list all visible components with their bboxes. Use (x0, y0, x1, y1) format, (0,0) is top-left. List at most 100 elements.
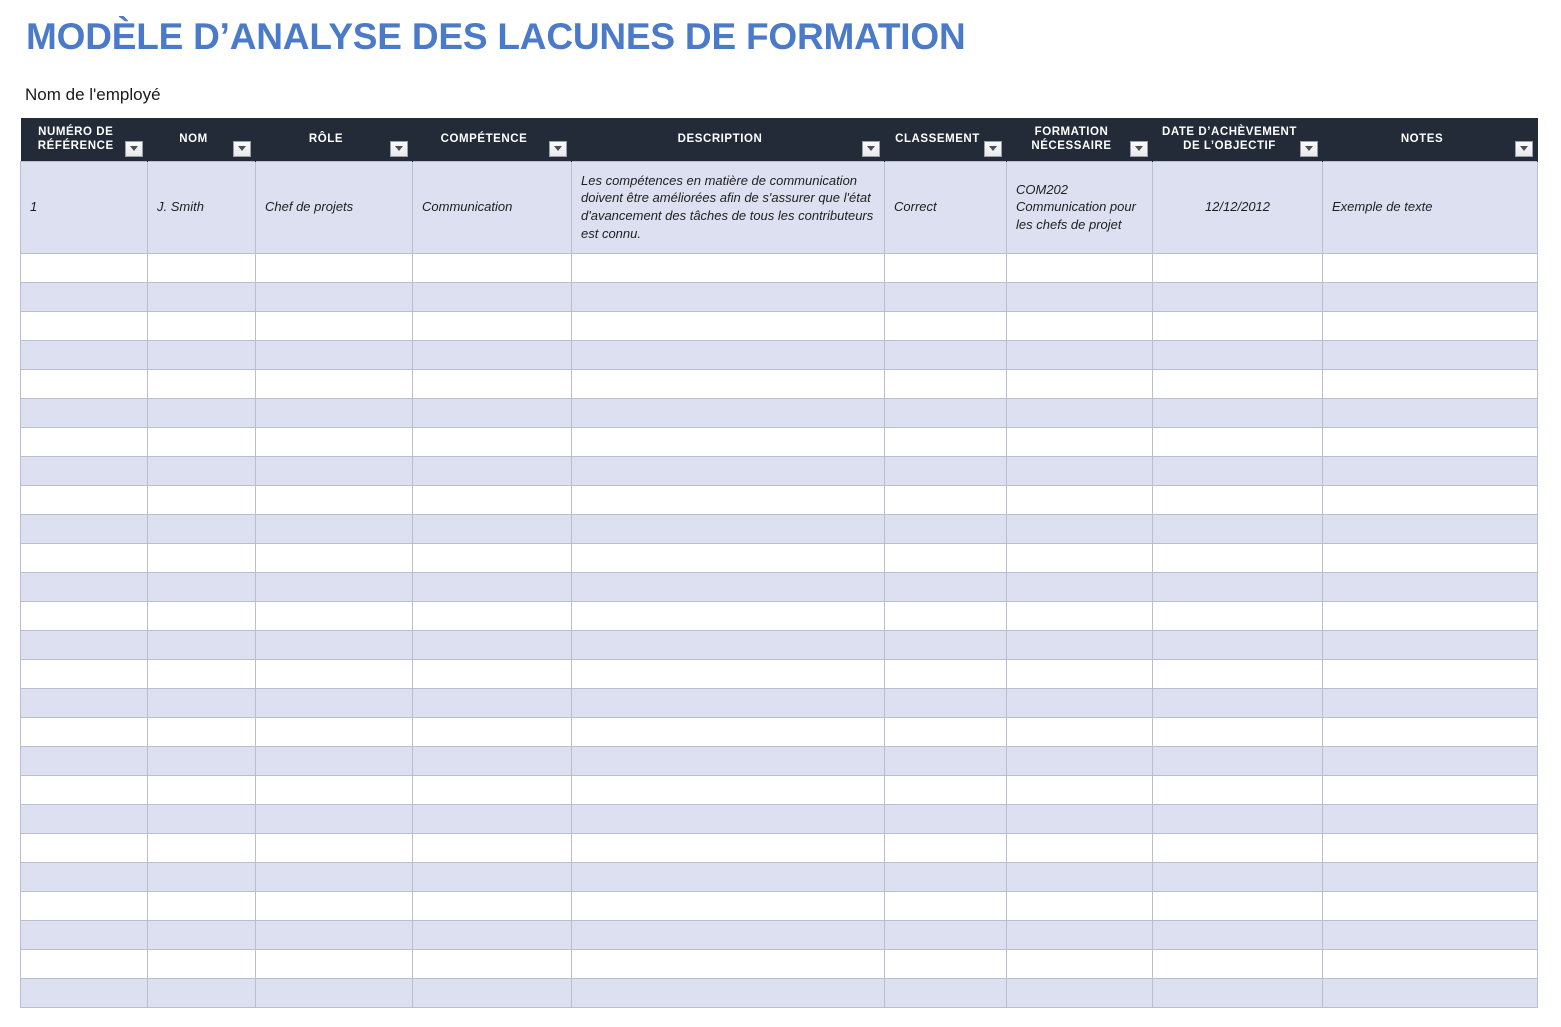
cell-formation-necessaire[interactable] (1006, 745, 1153, 776)
cell-competence[interactable] (412, 977, 572, 1008)
table-row[interactable] (20, 600, 1538, 631)
cell-date-achevement-objectif[interactable] (1152, 948, 1323, 979)
cell-formation-necessaire[interactable] (1006, 455, 1153, 486)
column-header-notes[interactable]: NOTES (1322, 118, 1538, 161)
cell-competence[interactable] (412, 687, 572, 718)
cell-description[interactable] (571, 571, 885, 602)
cell-classement[interactable] (884, 513, 1007, 544)
cell-role[interactable] (255, 832, 413, 863)
table-row[interactable] (20, 774, 1538, 805)
cell-competence[interactable] (412, 571, 572, 602)
cell-numero-de-reference[interactable] (20, 310, 148, 341)
cell-notes[interactable] (1322, 919, 1538, 950)
cell-role[interactable] (255, 426, 413, 457)
cell-date-achevement-objectif[interactable] (1152, 977, 1323, 1008)
cell-date-achevement-objectif[interactable] (1152, 890, 1323, 921)
cell-notes[interactable] (1322, 716, 1538, 747)
cell-numero-de-reference[interactable] (20, 368, 148, 399)
cell-date-achevement-objectif[interactable] (1152, 542, 1323, 573)
cell-competence[interactable] (412, 281, 572, 312)
table-row[interactable] (20, 861, 1538, 892)
cell-description[interactable] (571, 890, 885, 921)
cell-competence[interactable] (412, 397, 572, 428)
cell-classement[interactable] (884, 948, 1007, 979)
filter-dropdown-icon-notes[interactable] (1515, 140, 1533, 157)
cell-formation-necessaire[interactable] (1006, 397, 1153, 428)
table-row[interactable] (20, 571, 1538, 602)
cell-classement[interactable] (884, 774, 1007, 805)
cell-nom[interactable] (147, 339, 256, 370)
cell-notes[interactable] (1322, 687, 1538, 718)
cell-classement[interactable] (884, 368, 1007, 399)
column-header-nom[interactable]: NOM (147, 118, 256, 161)
cell-role[interactable] (255, 310, 413, 341)
cell-classement[interactable] (884, 977, 1007, 1008)
cell-formation-necessaire[interactable] (1006, 832, 1153, 863)
cell-description[interactable] (571, 861, 885, 892)
cell-competence[interactable] (412, 629, 572, 660)
cell-notes[interactable] (1322, 890, 1538, 921)
cell-formation-necessaire[interactable] (1006, 861, 1153, 892)
table-row[interactable] (20, 368, 1538, 399)
cell-description[interactable] (571, 629, 885, 660)
cell-date-achevement-objectif[interactable] (1152, 629, 1323, 660)
cell-classement[interactable] (884, 919, 1007, 950)
cell-formation[interactable]: COM202 Communication pour les chefs de p… (1006, 160, 1153, 254)
cell-description[interactable] (571, 600, 885, 631)
cell-date-achevement-objectif[interactable] (1152, 426, 1323, 457)
cell-classement[interactable] (884, 339, 1007, 370)
cell-description[interactable] (571, 542, 885, 573)
cell-numero-de-reference[interactable] (20, 281, 148, 312)
cell-formation-necessaire[interactable] (1006, 513, 1153, 544)
cell-description[interactable] (571, 774, 885, 805)
cell-competence[interactable] (412, 658, 572, 689)
cell-role[interactable] (255, 368, 413, 399)
cell-competence[interactable] (412, 426, 572, 457)
cell-role[interactable] (255, 745, 413, 776)
cell-classement[interactable] (884, 455, 1007, 486)
cell-notes[interactable] (1322, 455, 1538, 486)
column-header-classement[interactable]: CLASSEMENT (884, 118, 1007, 161)
cell-formation-necessaire[interactable] (1006, 919, 1153, 950)
cell-numero-de-reference[interactable] (20, 774, 148, 805)
cell-notes[interactable] (1322, 310, 1538, 341)
cell-nom[interactable] (147, 426, 256, 457)
table-row[interactable] (20, 397, 1538, 428)
column-header-description[interactable]: DESCRIPTION (571, 118, 885, 161)
cell-competence[interactable] (412, 368, 572, 399)
table-row[interactable] (20, 832, 1538, 863)
cell-role[interactable] (255, 977, 413, 1008)
cell-nom[interactable] (147, 310, 256, 341)
cell-date-achevement-objectif[interactable] (1152, 832, 1323, 863)
cell-classement[interactable] (884, 629, 1007, 660)
filter-dropdown-icon-description[interactable] (862, 140, 880, 157)
table-row[interactable] (20, 629, 1538, 660)
cell-nom[interactable] (147, 832, 256, 863)
cell-date-achevement-objectif[interactable] (1152, 281, 1323, 312)
cell-formation-necessaire[interactable] (1006, 484, 1153, 515)
cell-numero-de-reference[interactable] (20, 484, 148, 515)
cell-nom[interactable] (147, 600, 256, 631)
cell-date-achevement-objectif[interactable] (1152, 774, 1323, 805)
cell-classement[interactable] (884, 252, 1007, 283)
cell-formation-necessaire[interactable] (1006, 687, 1153, 718)
cell-classement[interactable] (884, 542, 1007, 573)
cell-classement[interactable] (884, 600, 1007, 631)
cell-classement[interactable] (884, 803, 1007, 834)
cell-date[interactable]: 12/12/2012 (1152, 160, 1323, 254)
cell-numero-de-reference[interactable] (20, 977, 148, 1008)
cell-numero-de-reference[interactable] (20, 890, 148, 921)
cell-role[interactable] (255, 339, 413, 370)
column-header-date-achevement-objectif[interactable]: DATE D’ACHÈVEMENT DE L’OBJECTIF (1152, 118, 1323, 161)
cell-notes[interactable] (1322, 658, 1538, 689)
cell-role[interactable] (255, 397, 413, 428)
cell-classement[interactable] (884, 890, 1007, 921)
table-row[interactable] (20, 803, 1538, 834)
cell-notes[interactable] (1322, 629, 1538, 660)
cell-role[interactable] (255, 687, 413, 718)
cell-formation-necessaire[interactable] (1006, 600, 1153, 631)
cell-formation-necessaire[interactable] (1006, 948, 1153, 979)
cell-date-achevement-objectif[interactable] (1152, 484, 1323, 515)
cell-nom[interactable] (147, 629, 256, 660)
cell-notes[interactable] (1322, 252, 1538, 283)
